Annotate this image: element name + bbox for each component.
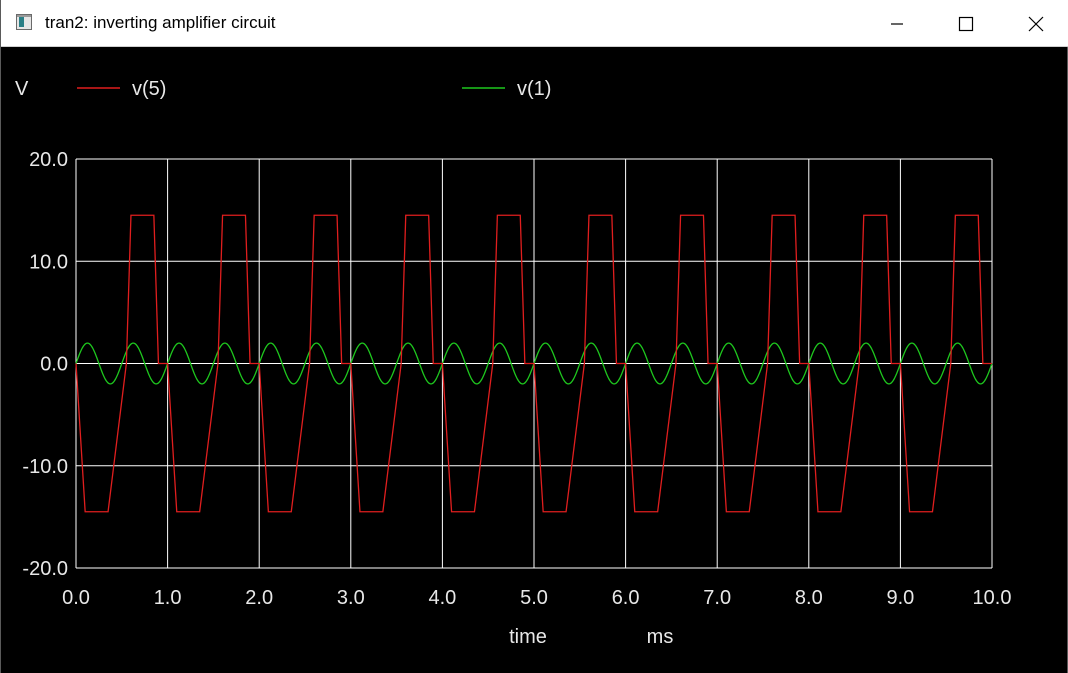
legend-v5-label: v(5)	[132, 78, 166, 100]
window-title: tran2: inverting amplifier circuit	[45, 13, 276, 32]
minimize-icon	[891, 22, 903, 25]
maximize-button[interactable]	[943, 0, 989, 47]
x-tick-label: 10.0	[973, 587, 1012, 609]
x-tick-labels: 0.0 1.0 2.0 3.0 4.0 5.0 6.0 7.0 8.0 9.0 …	[62, 587, 1011, 609]
legend-v1-label: v(1)	[517, 78, 551, 100]
y-tick-label: 0.0	[40, 354, 68, 376]
x-tick-label: 2.0	[245, 587, 273, 609]
y-tick-label: 10.0	[29, 251, 68, 273]
x-axis-unit: ms	[647, 626, 674, 648]
x-tick-label: 8.0	[795, 587, 823, 609]
y-tick-label: -20.0	[22, 558, 68, 580]
x-tick-label: 7.0	[703, 587, 731, 609]
app-icon	[16, 14, 32, 30]
x-tick-label: 4.0	[428, 587, 456, 609]
close-icon	[1028, 16, 1044, 31]
x-tick-label: 9.0	[886, 587, 914, 609]
x-tick-label: 6.0	[612, 587, 640, 609]
y-unit-label: V	[15, 78, 29, 100]
x-axis-label: time	[509, 626, 547, 648]
x-tick-label: 5.0	[520, 587, 548, 609]
minimize-button[interactable]	[874, 0, 920, 47]
plot-area: V v(5) v(1) 20.0 10.0 0.0 -10.0 -20.0 0.…	[1, 47, 1068, 673]
close-button[interactable]	[1013, 0, 1059, 47]
y-tick-label: 20.0	[29, 149, 68, 171]
maximize-icon	[958, 16, 974, 31]
waveform-chart: V v(5) v(1) 20.0 10.0 0.0 -10.0 -20.0 0.…	[15, 78, 1011, 648]
y-tick-labels: 20.0 10.0 0.0 -10.0 -20.0	[22, 149, 68, 580]
title-bar[interactable]: tran2: inverting amplifier circuit	[1, 0, 1068, 47]
x-tick-label: 3.0	[337, 587, 365, 609]
x-tick-label: 1.0	[154, 587, 182, 609]
y-tick-label: -10.0	[22, 456, 68, 478]
x-tick-label: 0.0	[62, 587, 90, 609]
plot-window: tran2: inverting amplifier circuit V v(5…	[0, 0, 1068, 673]
